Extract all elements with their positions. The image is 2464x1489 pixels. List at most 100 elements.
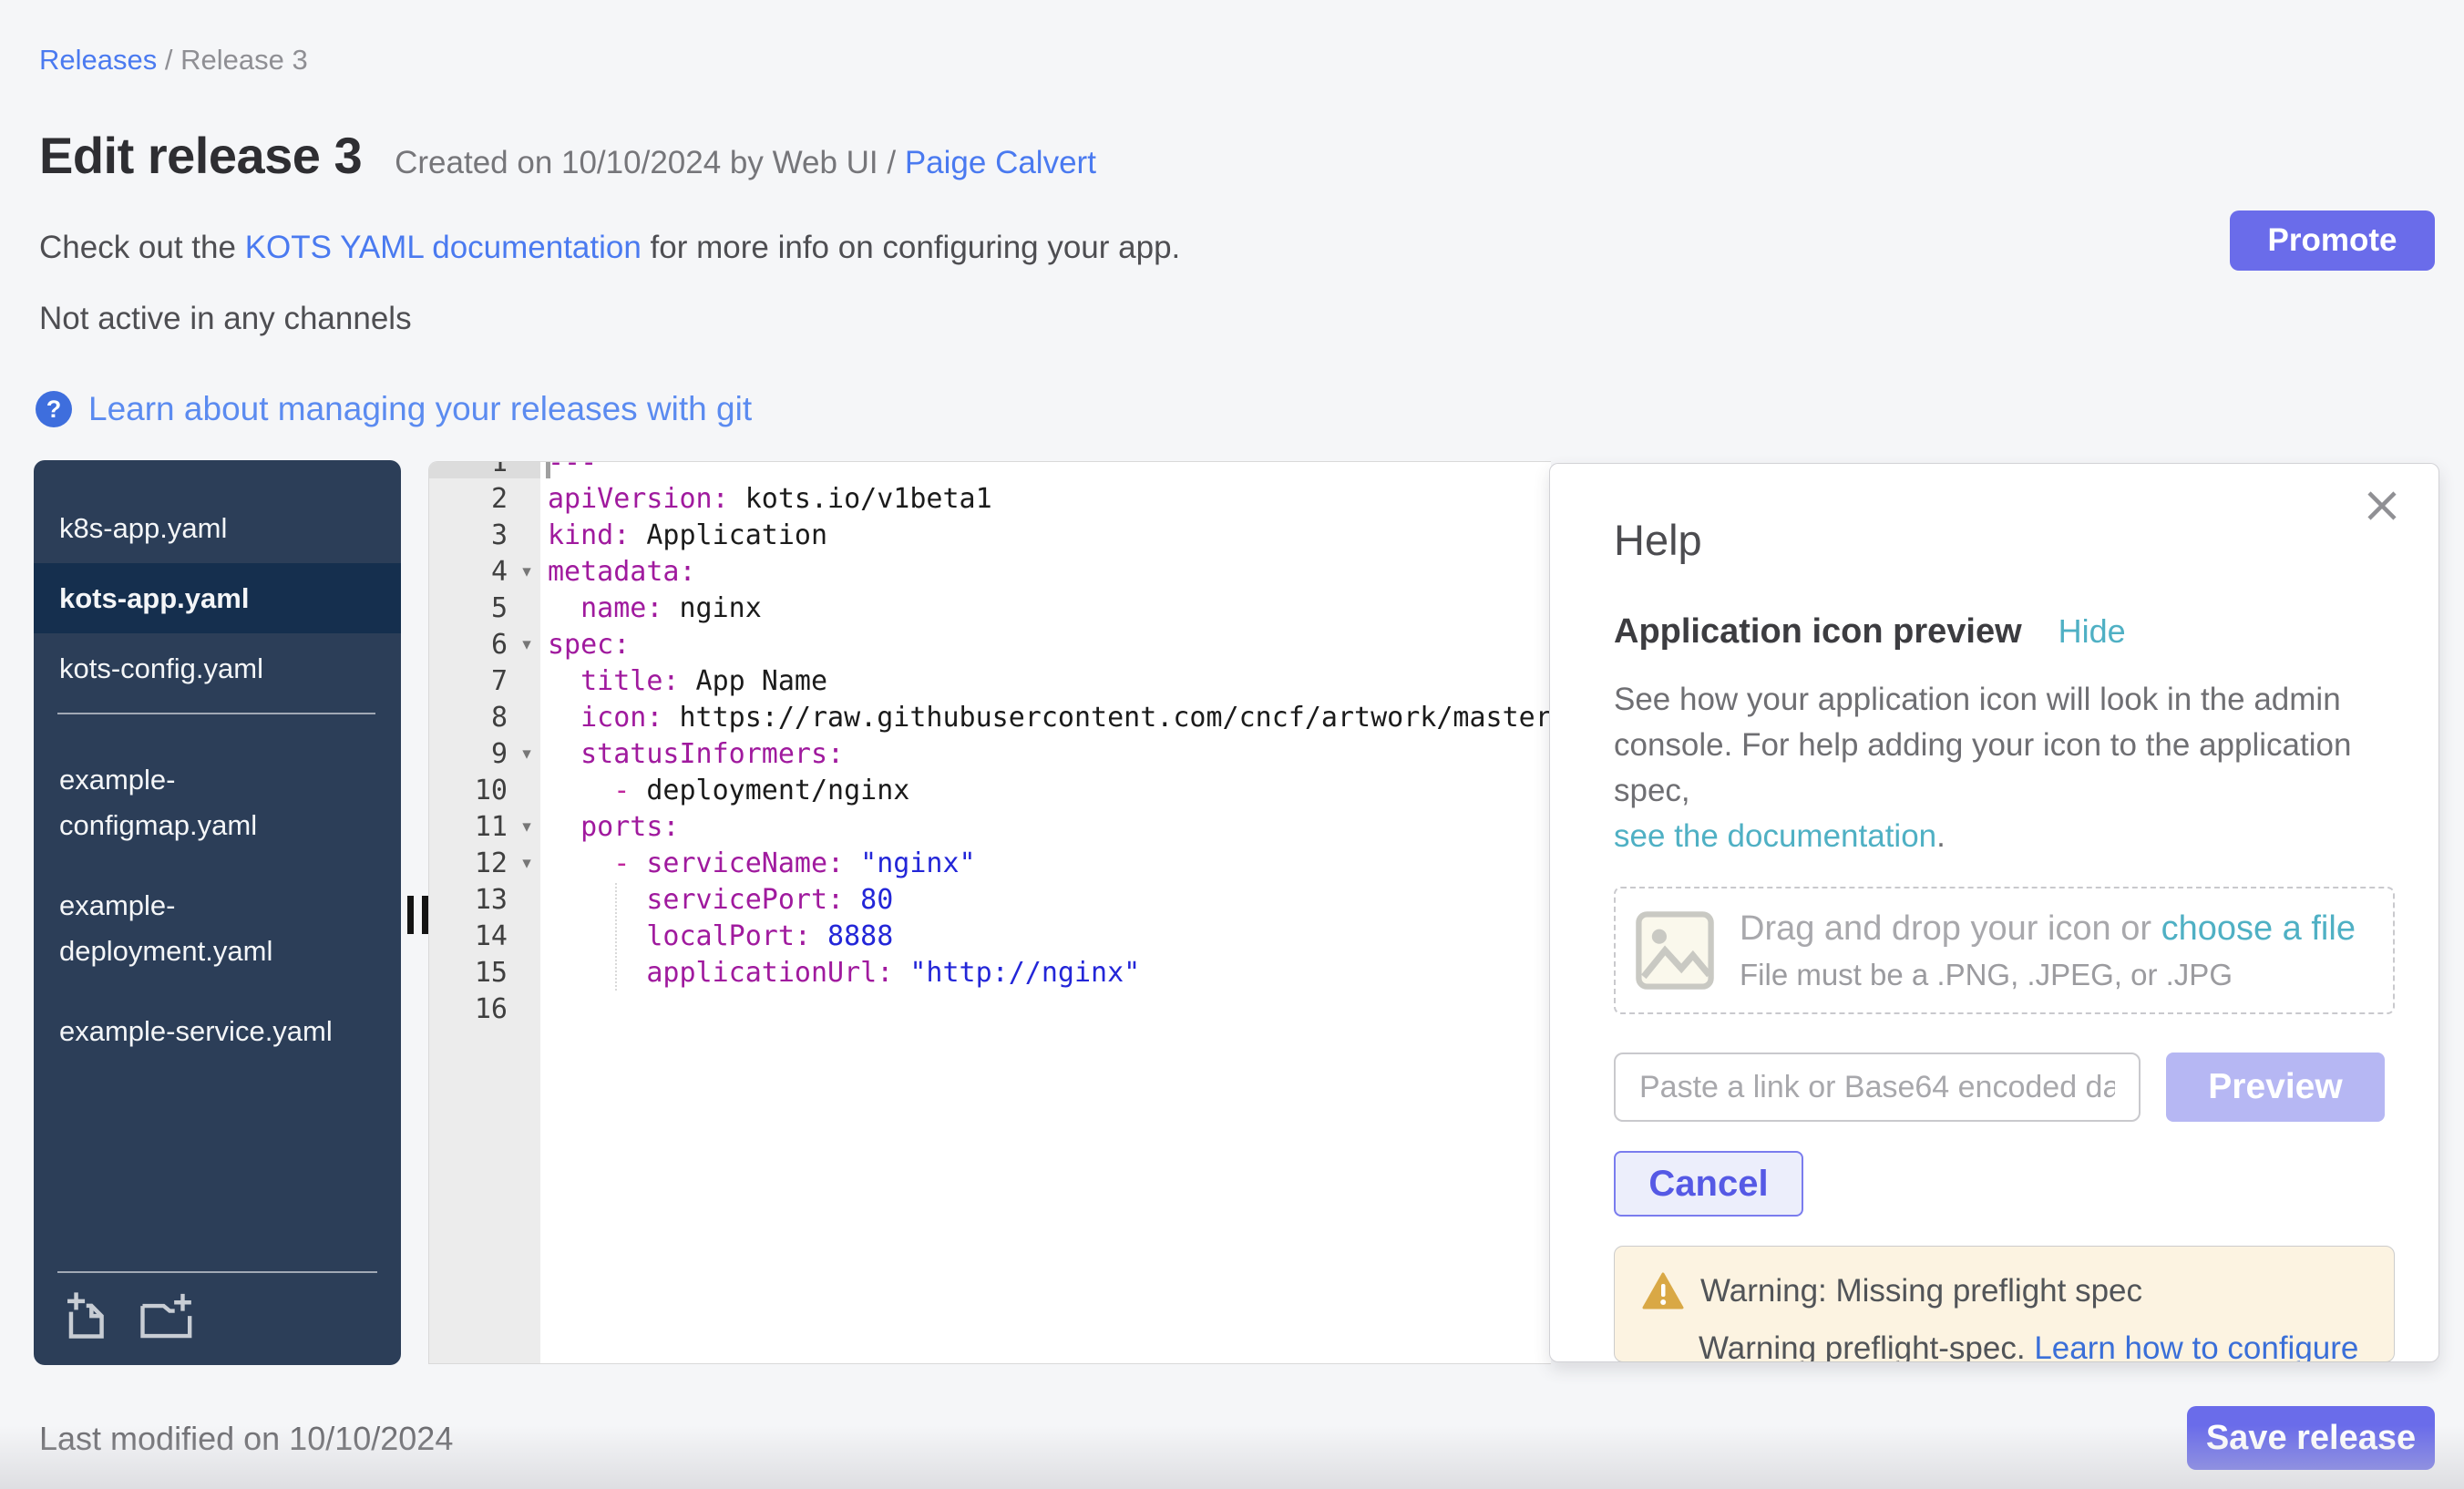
line-number: 14 [429,920,513,952]
code-text: --- [540,461,597,478]
cancel-button[interactable]: Cancel [1614,1151,1803,1217]
inline-text: . [1936,818,1946,854]
code-text: localPort: 8888 [540,920,893,952]
fold-arrow-icon[interactable]: ▾ [513,816,540,837]
code-text: spec: [540,629,630,661]
line-number: 2 [429,483,513,515]
help-panel-title: Help [1614,515,2395,565]
created-by-link[interactable]: Paige Calvert [905,145,1096,180]
file-item-kots-app-yaml[interactable]: kots-app.yaml [34,563,401,633]
save-release-button[interactable]: Save release [2187,1406,2435,1470]
code-line[interactable]: 1 --- [429,461,1551,480]
inline-text: Drag and drop your icon or [1740,909,2161,948]
hide-link[interactable]: Hide [2058,612,2126,651]
fold-arrow-icon[interactable]: ▾ [513,744,540,765]
code-line[interactable]: 10 - deployment/nginx [429,772,1551,808]
file-item-example-deployment-yaml[interactable]: example-deployment.yaml [34,866,401,991]
file-item-example-service-yaml[interactable]: example-service.yaml [34,991,401,1072]
code-line[interactable]: 2apiVersion: kots.io/v1beta1 [429,480,1551,517]
code-line[interactable]: 4▾metadata: [429,553,1551,590]
docs-note: Check out the KOTS YAML documentation fo… [39,230,1180,266]
page-title: Edit release 3 [39,126,362,185]
last-modified-label: Last modified on 10/10/2024 [39,1420,453,1458]
line-number: 10 [429,775,513,806]
add-file-button[interactable] [63,1289,114,1343]
breadcrumb-separator: / [165,44,180,76]
code-text: applicationUrl: "http://nginx" [540,957,1140,989]
file-tree-actions [57,1271,377,1349]
file-list: k8s-app.yamlkots-app.yamlkots-config.yam… [34,460,401,1072]
code-line[interactable]: 9▾ statusInformers: [429,735,1551,772]
icon-url-input[interactable] [1614,1053,2141,1122]
code-text: - serviceName: "nginx" [540,847,976,879]
line-number: 1 [429,461,513,478]
file-item-example-configmap-yaml[interactable]: example-configmap.yaml [34,740,401,866]
fold-arrow-icon[interactable]: ▾ [513,634,540,655]
line-number: 15 [429,957,513,989]
inline-link[interactable]: see the documentation [1614,818,1936,854]
line-number: 16 [429,993,513,1025]
inline-text: Warning preflight-spec. [1699,1330,2034,1362]
yaml-editor[interactable]: 1 --- 2apiVersion: kots.io/v1beta13kind: A… [428,461,1551,1364]
code-text: - deployment/nginx [540,775,909,806]
line-number: 4 [429,556,513,588]
warning-title: Warning: Missing preflight spec [1700,1273,2142,1309]
dropzone-instruction: Drag and drop your icon or choose a file [1740,909,2356,949]
dropzone-file-types: File must be a .PNG, .JPEG, or .JPG [1740,958,2356,992]
file-item-k8s-app-yaml[interactable]: k8s-app.yaml [34,493,401,563]
preview-button[interactable]: Preview [2166,1053,2385,1122]
kots-yaml-docs-link[interactable]: KOTS YAML documentation [245,230,642,265]
fold-arrow-icon[interactable]: ▾ [513,561,540,582]
breadcrumb-releases-link[interactable]: Releases [39,44,157,76]
line-number: 3 [429,519,513,551]
promote-button[interactable]: Promote [2230,211,2435,271]
code-line[interactable]: 6▾spec: [429,626,1551,662]
indent-guide [615,883,617,991]
code-line[interactable]: 16 [429,991,1551,1027]
edit-release-page: Releases / Release 3 Edit release 3 Crea… [0,0,2464,1489]
code-line[interactable]: 11▾ ports: [429,808,1551,845]
help-panel: Help Application icon preview Hide See h… [1549,463,2439,1362]
code-line[interactable]: 8 icon: https://raw.githubusercontent.co… [429,699,1551,735]
line-number: 11 [429,811,513,843]
add-folder-icon [138,1289,198,1340]
code-line[interactable]: 12▾ - serviceName: "nginx" [429,845,1551,881]
code-line[interactable]: 13 servicePort: 80 [429,881,1551,918]
breadcrumb-current: Release 3 [180,44,308,76]
add-folder-button[interactable] [138,1289,198,1343]
line-number: 8 [429,702,513,734]
git-help-link[interactable]: Learn about managing your releases with … [88,390,752,428]
code-line[interactable]: 7 title: App Name [429,662,1551,699]
warning-icon [1642,1272,1684,1310]
file-item-kots-config-yaml[interactable]: kots-config.yaml [34,633,401,703]
code-text: statusInformers: [540,738,844,770]
image-placeholder-icon [1634,909,1716,991]
git-help-row: ? Learn about managing your releases wit… [36,390,752,428]
warning-detail: Warning preflight-spec. Learn how to con… [1699,1330,2366,1362]
icon-preview-section-title: Application icon preview [1614,612,2022,652]
breadcrumb: Releases / Release 3 [39,44,308,77]
code-line[interactable]: 5 name: nginx [429,590,1551,626]
code-line[interactable]: 3kind: Application [429,517,1551,553]
inline-link[interactable]: Learn how to configure [2034,1330,2358,1362]
line-number: 5 [429,592,513,624]
sidebar-resize-handle[interactable] [407,896,429,934]
code-lines: 1 --- 2apiVersion: kots.io/v1beta13kind: A… [429,461,1551,1027]
code-line[interactable]: 14 localPort: 8888 [429,918,1551,954]
file-group-divider [57,713,375,714]
line-number: 7 [429,665,513,697]
code-text: title: App Name [540,665,827,697]
code-line[interactable]: 15 applicationUrl: "http://nginx" [429,954,1551,991]
code-text: servicePort: 80 [540,884,893,916]
add-file-icon [63,1289,114,1340]
icon-dropzone[interactable]: Drag and drop your icon or choose a file… [1614,887,2395,1014]
title-row: Edit release 3 Created on 10/10/2024 by … [39,126,1096,185]
line-number: 6 [429,629,513,661]
inline-text: console. For help adding your icon to th… [1614,727,2351,808]
created-info: Created on 10/10/2024 by Web UI / Paige … [395,145,1096,181]
code-text: icon: https://raw.githubusercontent.com/… [540,702,1551,734]
inline-link[interactable]: choose a file [2161,909,2356,948]
fold-arrow-icon[interactable]: ▾ [513,853,540,874]
icon-preview-description: See how your application icon will look … [1614,677,2395,859]
code-text: name: nginx [540,592,762,624]
